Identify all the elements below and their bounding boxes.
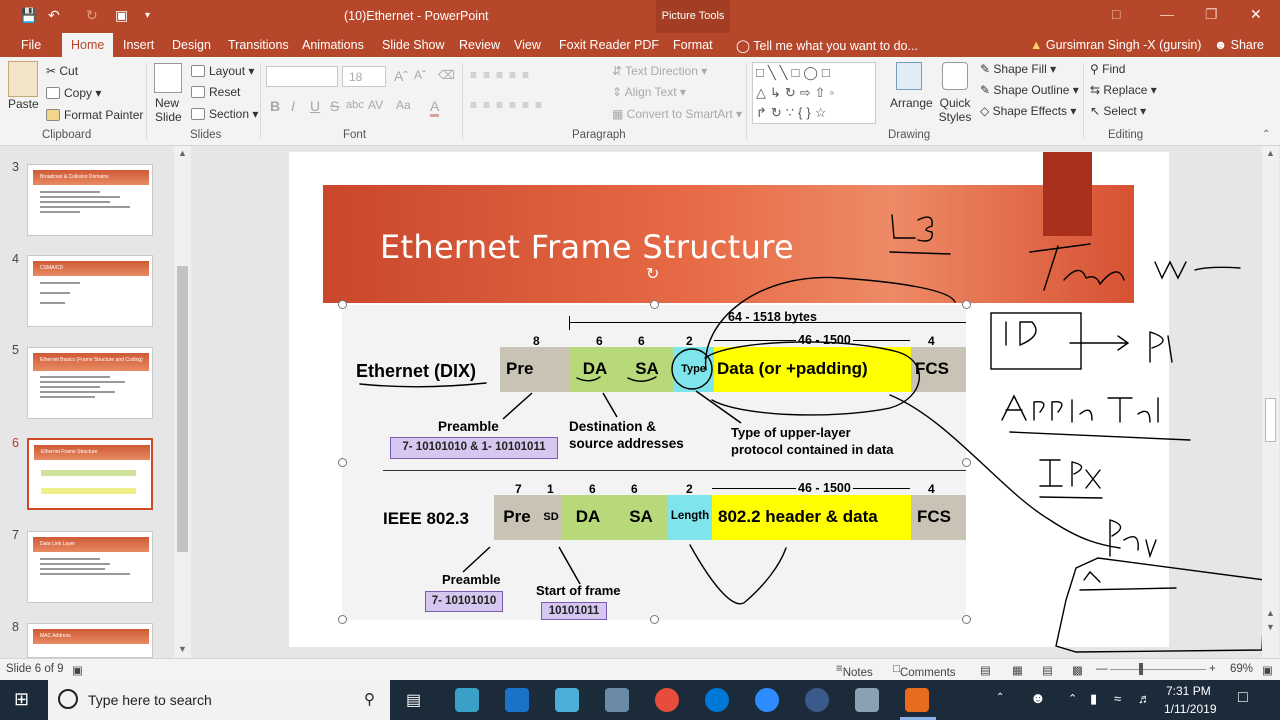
fit-slide-icon[interactable]: ▣ — [1262, 663, 1273, 677]
ink-underline — [576, 376, 601, 382]
ink-ip — [1005, 321, 1037, 347]
ink-line — [1079, 587, 1177, 591]
ink-mark — [1083, 570, 1101, 583]
show-more-icon[interactable]: ⌃ — [996, 692, 1004, 703]
skype-icon[interactable] — [705, 688, 729, 712]
zoom-level[interactable]: 69% — [1230, 663, 1253, 675]
arrow-line — [502, 392, 533, 420]
arrow-line — [695, 390, 742, 424]
ink-text — [1063, 269, 1125, 286]
comments-button[interactable]: □ Comments — [893, 663, 956, 679]
taskbar-app-icon[interactable] — [455, 688, 479, 712]
ink-curve — [704, 276, 956, 371]
windows-start-icon[interactable]: ⊞ — [14, 689, 29, 710]
taskbar-app-icon[interactable] — [555, 688, 579, 712]
ink-pay — [1109, 519, 1157, 559]
task-view-icon[interactable]: ▤ — [406, 690, 421, 710]
ink-loop — [704, 341, 921, 416]
volume-icon[interactable]: ♬ — [1138, 691, 1151, 706]
slide-counter: Slide 6 of 9 — [6, 663, 64, 675]
taskbar-app-icon[interactable] — [605, 688, 629, 712]
ink-underline — [627, 376, 657, 382]
slide-scrollbar[interactable]: ▲ ▲ ▼ — [1262, 146, 1279, 658]
taskbar-search[interactable]: Type here to search ⚲ — [48, 680, 390, 720]
ink-arrow — [1069, 335, 1130, 351]
zoom-out-icon[interactable]: — — [1096, 663, 1108, 675]
ink-underline — [1039, 496, 1103, 499]
ink-curve — [889, 394, 1121, 549]
resize-handle[interactable] — [650, 300, 659, 309]
status-bar: Slide 6 of 9 ▣ ≡ Notes □ Comments ▤ ▦ ▤ … — [0, 658, 1280, 680]
zoom-slider[interactable] — [1110, 669, 1206, 670]
tray-expand-icon[interactable]: ⌃ — [1068, 692, 1077, 705]
taskbar-app-icon[interactable] — [505, 688, 529, 712]
ink-curve — [689, 544, 787, 605]
arrow-line — [462, 546, 491, 573]
resize-handle[interactable] — [338, 458, 347, 467]
chrome-icon[interactable] — [655, 688, 679, 712]
wifi-icon[interactable]: ≈ — [1114, 691, 1121, 706]
people-icon[interactable]: ☻ — [1030, 690, 1046, 707]
spellcheck-icon[interactable]: ▣ — [72, 663, 83, 677]
battery-icon[interactable]: ▮ — [1090, 691, 1097, 707]
resize-handle[interactable] — [650, 615, 659, 624]
ink-text — [1154, 260, 1241, 280]
ink-appletalk — [1001, 394, 1159, 423]
resize-handle[interactable] — [962, 458, 971, 467]
taskbar-app-icon[interactable] — [855, 688, 879, 712]
resize-handle[interactable] — [338, 300, 347, 309]
cortana-icon — [58, 689, 78, 709]
powerpoint-icon[interactable] — [905, 688, 929, 712]
ink-box — [990, 312, 1082, 370]
ink-l3 — [891, 214, 933, 242]
clock-date[interactable]: 1/11/2019 — [1164, 702, 1217, 716]
ink-text — [1029, 243, 1091, 291]
ink-box — [1055, 557, 1266, 653]
ink-text — [1149, 331, 1173, 363]
ink-ipx — [1039, 459, 1101, 489]
ink-underline — [889, 251, 951, 255]
zoom-in-icon[interactable]: + — [1209, 663, 1216, 675]
resize-handle[interactable] — [962, 615, 971, 624]
normal-view-icon[interactable]: ▤ — [980, 663, 991, 677]
zoom-slider-thumb[interactable] — [1139, 663, 1144, 675]
notes-button[interactable]: ≡ Notes — [836, 663, 873, 679]
search-placeholder: Type here to search — [88, 692, 212, 708]
slide-sorter-icon[interactable]: ▦ — [1012, 663, 1023, 677]
resize-handle[interactable] — [338, 615, 347, 624]
reading-view-icon[interactable]: ▤ — [1042, 663, 1053, 677]
ink-underline — [359, 382, 487, 388]
microphone-icon[interactable]: ⚲ — [364, 690, 375, 708]
ink-underline — [1009, 431, 1191, 441]
notifications-icon[interactable]: □ — [1238, 689, 1248, 707]
windows-taskbar: ⊞ Type here to search ⚲ ▤ ⌃ ☻ ⌃ ▮ ≈ ♬ 7:… — [0, 680, 1280, 720]
clock-time[interactable]: 7:31 PM — [1166, 684, 1211, 698]
resize-handle[interactable] — [962, 300, 971, 309]
arrow-line — [558, 546, 581, 585]
ink-annotations — [359, 214, 1266, 653]
slideshow-view-icon[interactable]: ▩ — [1072, 663, 1083, 677]
zoom-app-icon[interactable] — [755, 688, 779, 712]
arrow-line — [602, 392, 618, 418]
taskbar-app-icon[interactable] — [805, 688, 829, 712]
